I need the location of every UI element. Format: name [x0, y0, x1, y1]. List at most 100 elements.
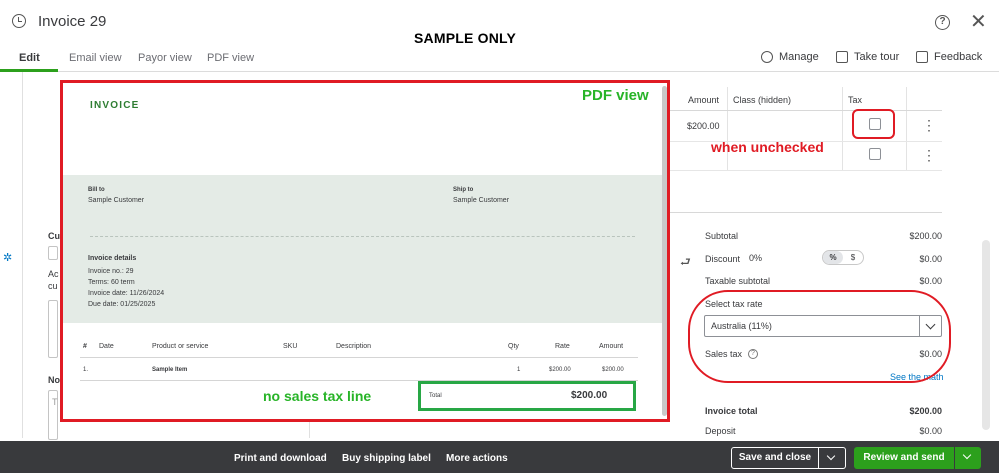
deposit-value[interactable]: $0.00	[862, 426, 942, 436]
pdf-view-annotation: PDF view	[582, 87, 649, 104]
pdf-details-label: Invoice details	[88, 255, 137, 262]
pdf-row-qty: 1	[517, 367, 521, 373]
print-download-button[interactable]: Print and download	[234, 453, 327, 464]
feedback-button[interactable]: Feedback	[916, 51, 982, 63]
form-left-border	[22, 72, 23, 438]
page-title: Invoice 29	[38, 13, 107, 30]
save-options-button[interactable]	[819, 447, 846, 469]
row-divider	[670, 170, 942, 171]
close-icon[interactable]: ✕	[970, 12, 987, 32]
tab-edit[interactable]: Edit	[19, 52, 40, 64]
pdf-invoice-title: INVOICE	[90, 100, 140, 111]
pdf-ship-to: Sample Customer	[453, 197, 510, 204]
chevron-down-icon	[826, 451, 836, 461]
row-menu-icon[interactable]: ⋮	[922, 118, 936, 132]
tour-icon	[836, 51, 848, 63]
pdf-row-num: 1.	[83, 367, 89, 373]
customer-fragment-2: cu	[48, 281, 58, 291]
subtotal-value: $200.00	[909, 231, 942, 241]
customer-input[interactable]	[48, 246, 58, 260]
column-header-class: Class (hidden)	[733, 95, 792, 105]
pdf-terms: Terms: 60 term	[88, 279, 135, 286]
manage-button[interactable]: Manage	[761, 51, 819, 63]
col-divider	[842, 87, 843, 170]
pdf-total-label: Total	[429, 393, 442, 399]
no-sales-tax-annotation: no sales tax line	[263, 388, 372, 404]
take-tour-button[interactable]: Take tour	[836, 51, 899, 63]
pdf-ship-to-label: Ship to	[453, 187, 474, 193]
review-send-button[interactable]: Review and send	[854, 447, 954, 469]
pdf-col-sku: SKU	[283, 343, 298, 350]
pdf-col-description: Description	[336, 343, 372, 350]
manage-label: Manage	[779, 51, 819, 63]
invoice-total-value: $200.00	[909, 406, 942, 416]
sparkle-icon[interactable]: ✲	[3, 251, 12, 264]
row-menu-icon[interactable]: ⋮	[922, 148, 936, 162]
pdf-col-num: #	[83, 343, 87, 350]
history-icon[interactable]	[12, 14, 26, 28]
total-highlight-box: Total $200.00	[418, 381, 636, 411]
tabs-divider	[0, 71, 999, 72]
send-options-button[interactable]	[955, 447, 981, 469]
account-fragment: Ac	[48, 269, 59, 279]
chevron-down-icon	[962, 450, 972, 460]
when-unchecked-annotation: when unchecked	[711, 139, 824, 155]
pdf-col-qty: Qty	[508, 343, 519, 350]
pdf-header-rule	[80, 357, 638, 358]
pdf-total-value: $200.00	[571, 390, 608, 401]
scrollbar[interactable]	[982, 240, 990, 430]
note-placeholder: T	[52, 397, 58, 407]
tax-checkbox[interactable]	[869, 148, 881, 160]
pdf-invoice-date: Invoice date: 11/26/2024	[88, 290, 165, 297]
feedback-label: Feedback	[934, 51, 983, 63]
gear-icon	[761, 51, 773, 63]
pdf-invoice-no: Invoice no.: 29	[88, 268, 134, 275]
take-tour-label: Take tour	[854, 51, 900, 63]
tab-pdf-view[interactable]: PDF view	[207, 52, 254, 64]
taxable-subtotal-value: $0.00	[919, 276, 942, 286]
discount-value: $0.00	[919, 254, 942, 264]
active-tab-indicator	[0, 69, 58, 72]
pdf-row-rate: $200.00	[549, 367, 571, 373]
discount-type-toggle[interactable]: % $	[822, 250, 864, 265]
row-amount[interactable]: $200.00	[687, 121, 720, 131]
pdf-col-product: Product or service	[152, 343, 209, 350]
pdf-preview: INVOICE PDF view Bill to Sample Customer…	[60, 80, 670, 422]
col-divider	[906, 87, 907, 170]
pdf-bill-to: Sample Customer	[88, 197, 145, 204]
deposit-label: Deposit	[705, 426, 736, 436]
percent-option[interactable]: %	[823, 251, 843, 264]
form-divider	[309, 420, 310, 438]
dollar-option[interactable]: $	[843, 251, 863, 264]
taxable-subtotal-label: Taxable subtotal	[705, 276, 771, 286]
pdf-due-date: Due date: 01/25/2025	[88, 301, 156, 308]
save-close-button[interactable]: Save and close	[731, 447, 819, 469]
customer-fragment: Cu	[48, 231, 60, 241]
table-header-divider	[670, 110, 942, 111]
swap-icon[interactable]: ⮐	[680, 253, 691, 274]
buy-shipping-label-button[interactable]: Buy shipping label	[342, 453, 431, 464]
tax-checkbox-highlight	[852, 109, 895, 139]
column-header-tax: Tax	[848, 95, 863, 105]
pdf-scrollbar[interactable]	[662, 86, 667, 416]
pdf-bill-to-label: Bill to	[88, 187, 105, 193]
pdf-row-product: Sample Item	[152, 367, 188, 373]
more-actions-button[interactable]: More actions	[446, 453, 508, 464]
help-icon[interactable]: ?	[935, 15, 950, 30]
tab-email-view[interactable]: Email view	[69, 52, 122, 64]
memo-field[interactable]	[48, 300, 58, 358]
note-fragment: No	[48, 375, 60, 385]
tax-section-highlight	[688, 290, 951, 383]
col-divider	[727, 87, 728, 170]
feedback-icon	[916, 51, 928, 63]
pdf-dashed-divider	[90, 236, 635, 237]
pdf-row-amount: $200.00	[602, 367, 624, 373]
section-divider	[670, 212, 942, 213]
tab-payor-view[interactable]: Payor view	[138, 52, 192, 64]
pdf-col-rate: Rate	[555, 343, 570, 350]
discount-label: Discount	[705, 254, 741, 264]
discount-percent-input[interactable]: 0%	[749, 253, 762, 263]
pdf-col-date: Date	[99, 343, 114, 350]
column-header-amount: Amount	[688, 95, 720, 105]
subtotal-label: Subtotal	[705, 231, 739, 241]
